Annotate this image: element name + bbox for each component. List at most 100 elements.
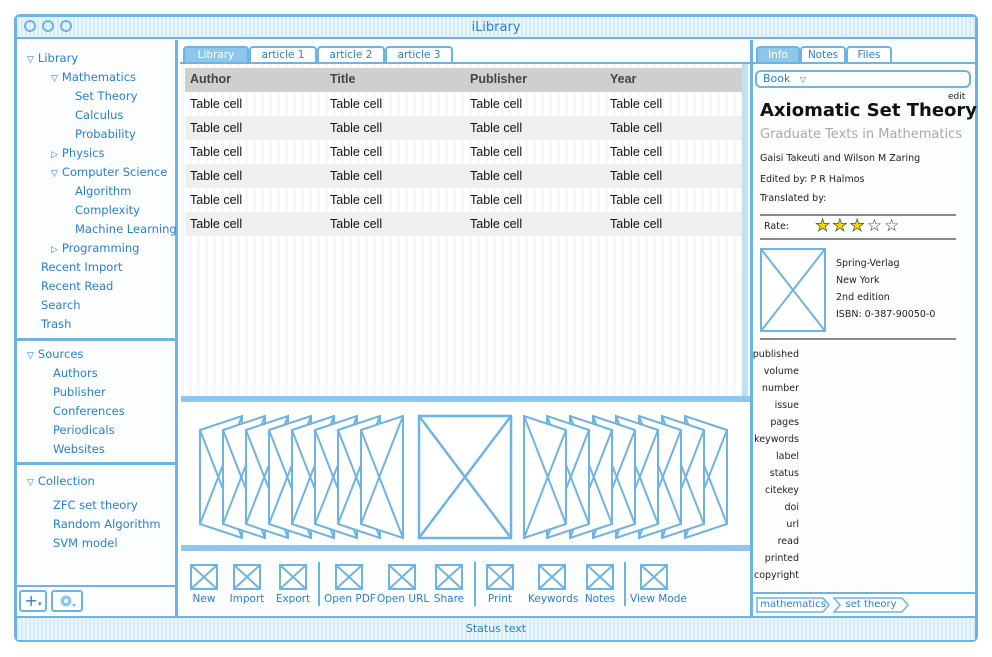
sidebar-item-svm-model[interactable]: SVM model	[53, 536, 118, 550]
tab-files[interactable]: Files	[846, 46, 892, 64]
sidebar-item-recent-import[interactable]: Recent Import	[41, 260, 123, 274]
divider	[760, 238, 956, 240]
disclosure-open-icon[interactable]: ▽	[27, 351, 34, 361]
sidebar-item-sources[interactable]: ▽ Sources	[27, 347, 83, 361]
open-url-button[interactable]: Open URL	[377, 564, 430, 605]
tab-library[interactable]: Library	[183, 46, 249, 64]
disclosure-open-icon[interactable]: ▽	[51, 169, 58, 179]
sidebar-divider	[17, 338, 178, 341]
sidebar-item-programming[interactable]: ▷ Programming	[51, 241, 139, 255]
import-button[interactable]: Import	[223, 564, 271, 605]
table-cell: Table cell	[610, 169, 663, 183]
sidebar-item-collection[interactable]: ▽ Collection	[27, 474, 95, 488]
tag-label: mathematics	[760, 599, 826, 610]
add-icon[interactable]: +▾	[19, 590, 47, 612]
field-label-issue: issue	[774, 400, 799, 411]
sidebar-item-computer-science[interactable]: ▽ Computer Science	[51, 165, 167, 179]
disclosure-open-icon[interactable]: ▽	[27, 55, 34, 65]
status-text: Status text	[465, 622, 527, 635]
action-menu-button[interactable]	[51, 590, 83, 612]
keywords-icon	[538, 564, 566, 590]
open-pdf-button[interactable]: Open PDF	[324, 564, 376, 605]
star-filled-icon[interactable]: ★	[815, 216, 831, 236]
print-button[interactable]: Print	[476, 564, 524, 605]
field-label-status: status	[769, 468, 799, 479]
column-header-author[interactable]: Author	[190, 72, 231, 86]
sidebar-item-label: Programming	[61, 241, 140, 255]
notes-button[interactable]: Notes	[576, 564, 624, 605]
sidebar-item-publisher[interactable]: Publisher	[53, 385, 106, 399]
tag-set-theory[interactable]: set theory	[832, 596, 910, 614]
table-cell: Table cell	[190, 121, 243, 135]
tab-article-2[interactable]: article 2	[317, 46, 385, 64]
table-cell: Table cell	[190, 193, 243, 207]
tag-mathematics[interactable]: mathematics	[755, 596, 831, 614]
share-icon	[435, 564, 463, 590]
tab-info[interactable]: Info	[756, 46, 800, 64]
notes-label: Notes	[584, 593, 616, 605]
keywords-button[interactable]: Keywords	[528, 564, 578, 605]
sidebar-item-recent-read[interactable]: Recent Read	[41, 279, 113, 293]
sidebar-item-random-algorithm[interactable]: Random Algorithm	[53, 517, 161, 531]
sidebar-item-periodicals[interactable]: Periodicals	[53, 423, 115, 437]
sidebar-item-complexity[interactable]: Complexity	[75, 203, 140, 217]
sidebar-item-websites[interactable]: Websites	[53, 442, 105, 456]
field-label-number: number	[761, 383, 799, 394]
disclosure-closed-icon[interactable]: ▷	[51, 150, 58, 160]
column-header-year[interactable]: Year	[610, 72, 636, 86]
sidebar-item-calculus[interactable]: Calculus	[75, 108, 123, 122]
book-cover-image	[760, 248, 826, 336]
isbn: ISBN: 0-387-90050-0	[836, 309, 936, 320]
rate-label: Rate:	[764, 221, 789, 232]
sidebar-item-trash[interactable]: Trash	[41, 317, 71, 331]
export-button[interactable]: Export	[269, 564, 317, 605]
sidebar-item-zfc-set-theory[interactable]: ZFC set theory	[53, 498, 138, 512]
disclosure-open-icon[interactable]: ▽	[51, 74, 58, 84]
star-empty-icon[interactable]: ☆	[884, 216, 899, 236]
sidebar-item-set-theory[interactable]: Set Theory	[75, 89, 138, 103]
table-cell: Table cell	[190, 169, 243, 183]
table-cell: Table cell	[470, 121, 523, 135]
view-mode-button[interactable]: View Mode	[630, 564, 687, 605]
field-label-doi: doi	[784, 502, 799, 513]
tab-notes[interactable]: Notes	[800, 46, 846, 64]
view-mode-icon	[640, 564, 668, 590]
sidebar-item-authors[interactable]: Authors	[53, 366, 98, 380]
table-scrollbar[interactable]	[742, 64, 748, 396]
star-filled-icon[interactable]: ★	[832, 216, 848, 236]
tab-article-3[interactable]: article 3	[385, 46, 453, 64]
cover-flow[interactable]	[181, 396, 750, 551]
sidebar-item-physics[interactable]: ▷ Physics	[51, 146, 104, 160]
sidebar-divider	[17, 585, 178, 587]
open-url-label: Open URL	[377, 593, 430, 605]
open-url-icon	[388, 564, 416, 590]
sidebar-item-library[interactable]: ▽ Library	[27, 51, 78, 65]
star-filled-icon[interactable]: ★	[849, 216, 865, 236]
share-label: Share	[433, 593, 465, 605]
rating-stars[interactable]: ★ ★ ★ ☆ ☆	[815, 216, 901, 236]
new-button[interactable]: New	[181, 564, 227, 605]
sidebar-item-probability[interactable]: Probability	[75, 127, 136, 141]
sidebar-item-search[interactable]: Search	[41, 298, 81, 312]
sidebar-item-machine-learning[interactable]: Machine Learning	[75, 222, 177, 236]
star-empty-icon[interactable]: ☆	[867, 216, 882, 236]
sidebar-item-mathematics[interactable]: ▽ Mathematics	[51, 70, 136, 84]
type-select[interactable]: Book ▽	[755, 70, 971, 88]
disclosure-open-icon[interactable]: ▽	[27, 478, 34, 488]
tab-article-1[interactable]: article 1	[249, 46, 317, 64]
table-cell: Table cell	[610, 217, 663, 231]
sidebar-item-conferences[interactable]: Conferences	[53, 404, 125, 418]
view-mode-label: View Mode	[630, 593, 687, 605]
image-placeholder-icon	[760, 248, 826, 332]
share-button[interactable]: Share	[425, 564, 473, 605]
table-cell: Table cell	[470, 97, 523, 111]
field-label-url: url	[786, 519, 799, 530]
field-label-printed: printed	[764, 553, 799, 564]
table-cell: Table cell	[470, 217, 523, 231]
field-label-volume: volume	[763, 366, 799, 377]
sidebar-item-algorithm[interactable]: Algorithm	[75, 184, 131, 198]
column-header-title[interactable]: Title	[330, 72, 355, 86]
sidebar-item-label: Mathematics	[61, 70, 137, 84]
disclosure-closed-icon[interactable]: ▷	[51, 245, 58, 255]
column-header-publisher[interactable]: Publisher	[470, 72, 527, 86]
